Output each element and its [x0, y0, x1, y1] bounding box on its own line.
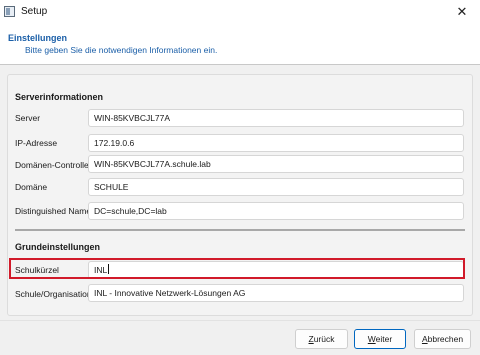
next-button[interactable]: Weiter	[354, 329, 406, 349]
back-button[interactable]: Zurück	[295, 329, 348, 349]
label-ip-address: IP-Adresse	[15, 138, 58, 148]
organization-field[interactable]: INL - Innovative Netzwerk-Lösungen AG	[88, 284, 464, 302]
label-distinguished-name: Distinguished Name	[15, 206, 92, 216]
ip-address-field[interactable]: 172.19.0.6	[88, 134, 464, 152]
highlight-box	[9, 258, 465, 279]
section-title-basic: Grundeinstellungen	[15, 242, 101, 252]
domain-controller-field[interactable]: WIN-85KVBCJL77A.schule.lab	[88, 155, 464, 173]
section-divider	[15, 229, 465, 231]
label-domain: Domäne	[15, 182, 48, 192]
section-title-server: Serverinformationen	[15, 92, 104, 102]
footer-divider	[0, 320, 480, 321]
app-window-icon	[4, 6, 15, 17]
title-bar: Setup ✕	[0, 0, 480, 25]
label-organization: Schule/Organisation	[15, 289, 92, 299]
wizard-header: Einstellungen Bitte geben Sie die notwen…	[0, 25, 480, 64]
window-title: Setup	[21, 6, 48, 17]
label-domain-controller: Domänen-Controller	[15, 160, 92, 170]
next-label-suffix: eiter	[375, 334, 393, 344]
distinguished-name-field[interactable]: DC=schule,DC=lab	[88, 202, 464, 220]
close-icon[interactable]: ✕	[452, 3, 472, 21]
cancel-button[interactable]: Abbrechen	[414, 329, 471, 349]
header-divider	[0, 64, 480, 65]
page-title: Einstellungen	[8, 33, 68, 43]
label-server: Server	[15, 113, 41, 123]
server-field[interactable]: WIN-85KVBCJL77A	[88, 109, 464, 127]
next-label-mnemonic: W	[367, 334, 376, 344]
cancel-label-suffix: bbrechen	[427, 334, 464, 344]
domain-field[interactable]: SCHULE	[88, 178, 464, 196]
page-subtitle: Bitte geben Sie die notwendigen Informat…	[25, 45, 218, 55]
back-label-suffix: urück	[313, 334, 335, 344]
